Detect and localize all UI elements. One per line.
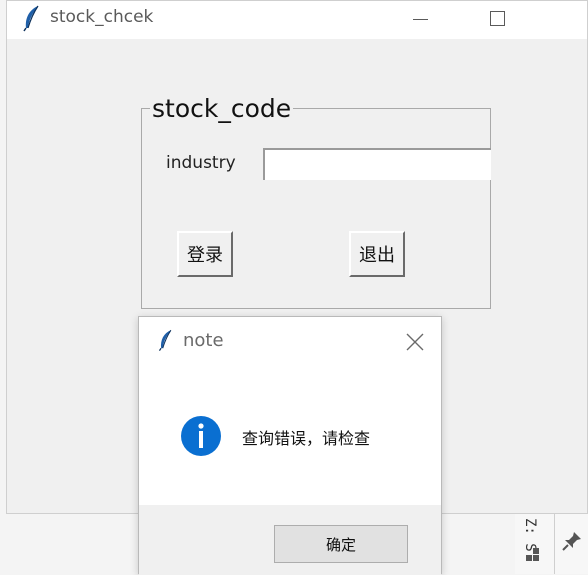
exit-button[interactable]: 退出 [349,231,405,277]
ok-button[interactable]: 确定 [274,525,408,563]
pin-icon[interactable] [561,530,583,552]
info-icon [181,416,221,456]
dialog-footer: 确定 [139,505,441,575]
stock-code-frame: stock_code industry 登录 退出 [141,95,491,309]
dialog-title: note [183,330,224,351]
window-title: stock_chcek [50,7,154,27]
dialog-message: 查询错误，请检查 [242,429,371,448]
note-dialog: note 查询错误，请检查 确定 [138,316,442,575]
feather-icon [23,5,39,32]
maximize-icon[interactable] [485,7,509,31]
industry-label: industry [166,153,236,173]
background-vertical-text: Z: S [522,518,538,552]
login-button[interactable]: 登录 [177,231,233,277]
close-icon[interactable] [404,331,426,353]
minimize-icon[interactable] [409,7,433,31]
main-titlebar[interactable]: stock_chcek [7,1,587,39]
background-divider [554,514,555,574]
feather-icon [158,329,172,351]
grid-icon [526,548,539,561]
industry-input[interactable] [263,148,491,180]
labelframe-title: stock_code [150,94,294,123]
